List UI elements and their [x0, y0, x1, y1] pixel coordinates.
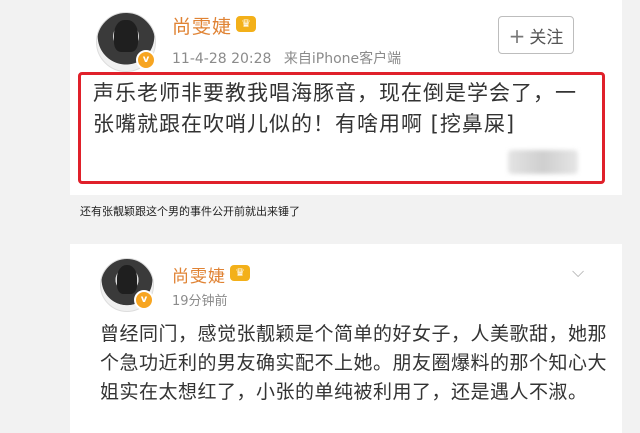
verified-icon: v	[136, 50, 156, 70]
plus-icon: +	[508, 24, 526, 48]
vip-crown-icon: ♛	[230, 265, 250, 281]
follow-label: 关注	[529, 28, 564, 48]
post-source: 来自iPhone客户端	[283, 51, 402, 67]
blurred-watermark	[508, 150, 578, 174]
chevron-down-icon[interactable]: ⌵	[572, 262, 584, 282]
author-name[interactable]: 尚雯婕	[172, 12, 232, 39]
caption: 还有张靓颖跟这个男的事件公开前就出来锤了	[80, 205, 300, 218]
post-text: 曾经同门，感觉张靓颖是个简单的好女子，人美歌甜，她那个急功近利的男友确实配不上她…	[100, 323, 608, 403]
avatar-hair	[114, 19, 138, 52]
post-meta: 11-4-28 20:28 来自iPhone客户端	[172, 48, 401, 68]
post-timestamp: 11-4-28 20:28	[172, 51, 272, 67]
verified-icon: v	[134, 290, 154, 310]
author-name[interactable]: 尚雯婕	[172, 262, 226, 287]
avatar-hair	[116, 265, 138, 294]
vip-crown-icon: ♛	[236, 16, 256, 32]
post-timestamp: 19分钟前	[172, 294, 228, 309]
post-text: 声乐老师非要教我唱海豚音，现在倒是学会了，一张嘴就跟在吹哨儿似的！有啥用啊 [挖…	[93, 81, 577, 136]
follow-button[interactable]: + 关注	[498, 16, 574, 54]
